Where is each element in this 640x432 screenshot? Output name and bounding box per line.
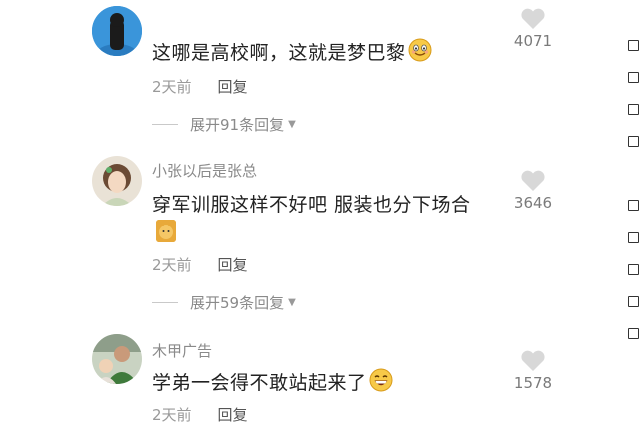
like-count: 3646 — [513, 194, 553, 212]
username[interactable]: 小张以后是张总 — [152, 160, 257, 181]
caret-down-icon: ▼ — [288, 119, 296, 130]
like-button[interactable]: 3646 — [510, 170, 556, 212]
heart-icon — [521, 170, 545, 191]
comment-time: 2天前 — [152, 256, 192, 274]
like-count: 1578 — [513, 374, 553, 392]
divider-line — [152, 124, 178, 125]
reply-button[interactable]: 回复 — [218, 256, 248, 274]
avatar[interactable] — [92, 156, 142, 206]
rail-square-icon — [628, 72, 639, 83]
avatar[interactable] — [92, 6, 142, 56]
expand-replies-label: 展开91条回复 — [190, 116, 285, 134]
rail-square-icon — [628, 296, 639, 307]
rail-square-icon — [628, 40, 639, 51]
rail-square-icon — [628, 232, 639, 243]
reply-button[interactable]: 回复 — [218, 406, 248, 424]
heart-icon — [521, 8, 545, 29]
smile-emoji-icon — [408, 38, 432, 67]
comment-time: 2天前 — [152, 78, 192, 96]
expand-replies-label: 展开59条回复 — [190, 294, 285, 312]
comment-text-content: 学弟一会得不敢站起来了 — [152, 372, 367, 394]
rail-square-icon — [628, 104, 639, 115]
grin-emoji-icon — [369, 368, 393, 397]
caret-down-icon: ▼ — [288, 297, 296, 308]
comment-meta: 2天前 回复 — [152, 254, 248, 275]
divider-line — [152, 302, 178, 303]
like-count: 4071 — [513, 32, 553, 50]
rail-square-icon — [628, 200, 639, 211]
comment-text: 穿军训服这样不好吧 服装也分下场合 — [152, 194, 471, 216]
comment-meta: 2天前 回复 — [152, 404, 248, 425]
edge-rail — [626, 0, 640, 432]
comment-meta: 2天前 回复 — [152, 76, 248, 97]
username[interactable]: 木甲广告 — [152, 340, 212, 361]
comment-text: 学弟一会得不敢站起来了 — [152, 368, 393, 397]
avatar[interactable] — [92, 334, 142, 384]
expand-replies-button[interactable]: 展开59条回复 ▼ — [152, 292, 296, 313]
comment-time: 2天前 — [152, 406, 192, 424]
expand-replies-button[interactable]: 展开91条回复 ▼ — [152, 114, 296, 135]
reply-button[interactable]: 回复 — [218, 78, 248, 96]
comment-text-content: 这哪是高校啊，这就是梦巴黎 — [152, 42, 406, 64]
like-button[interactable]: 1578 — [510, 350, 556, 392]
doge-sticker-icon — [156, 220, 176, 242]
heart-icon — [521, 350, 545, 371]
rail-square-icon — [628, 328, 639, 339]
rail-square-icon — [628, 136, 639, 147]
like-button[interactable]: 4071 — [510, 8, 556, 50]
comment-text: 这哪是高校啊，这就是梦巴黎 — [152, 38, 432, 67]
rail-square-icon — [628, 264, 639, 275]
